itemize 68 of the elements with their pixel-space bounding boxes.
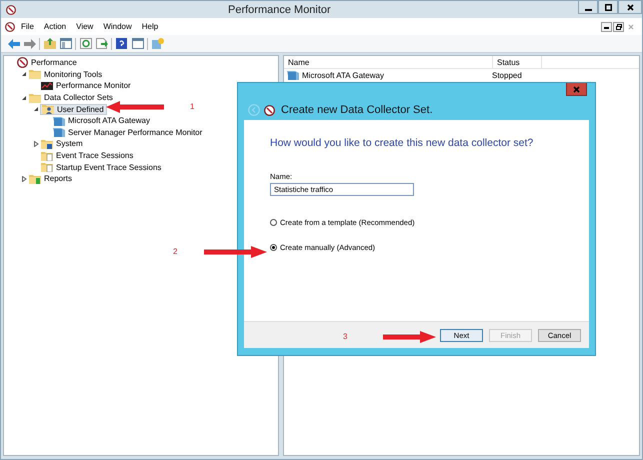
folder-icon [29, 69, 41, 80]
document-folder-icon [41, 150, 53, 161]
menu-item[interactable]: View [72, 22, 98, 31]
radio-button[interactable] [270, 244, 277, 251]
expander-icon[interactable] [21, 71, 27, 78]
help-icon[interactable] [115, 37, 128, 50]
refresh-icon[interactable] [79, 37, 92, 50]
collector-icon [53, 116, 65, 126]
tree-item[interactable]: Server Manager Performance Monitor [52, 126, 204, 138]
window-title: Performance Monitor [228, 4, 331, 16]
tree-item[interactable]: System [40, 138, 85, 150]
annotation-number: 2 [173, 247, 178, 256]
folder-icon [29, 92, 41, 103]
menu-item[interactable]: File [17, 22, 38, 31]
tree-item[interactable]: Performance Monitor [40, 80, 133, 92]
collector-icon [53, 127, 65, 138]
minimize-button[interactable] [578, 1, 598, 14]
menu-item[interactable]: Help [138, 22, 162, 31]
close-button[interactable] [618, 1, 642, 14]
back-icon[interactable] [7, 37, 20, 50]
radio-button[interactable] [270, 219, 277, 226]
column-header[interactable]: Name [284, 56, 493, 68]
window-icon[interactable] [131, 37, 144, 50]
minimize-icon [604, 24, 609, 29]
up-folder-icon[interactable] [43, 37, 56, 50]
report-folder-icon [29, 174, 41, 184]
expander-icon[interactable] [21, 94, 27, 101]
tree-item[interactable]: Data Collector Sets [28, 92, 115, 104]
tree-item[interactable]: Reports [28, 173, 74, 184]
tree-item[interactable]: Event Trace Sessions [40, 150, 136, 162]
menu-item[interactable]: Window [99, 22, 136, 31]
tree-toggle-icon[interactable] [59, 37, 72, 50]
forward-icon[interactable] [23, 37, 36, 50]
list-cell: Microsoft ATA Gateway [302, 70, 384, 80]
minimize-button[interactable] [601, 22, 612, 32]
close-icon [626, 4, 634, 10]
system-folder-icon [41, 138, 53, 149]
dialog-title: Create new Data Collector Set. [281, 104, 433, 116]
export-icon[interactable] [95, 37, 108, 50]
maximize-icon [604, 4, 612, 10]
annotation-number: 1 [190, 102, 194, 111]
close-icon [573, 86, 580, 92]
document-folder-icon [41, 162, 53, 172]
column-header[interactable]: Status [493, 56, 542, 68]
annotation-arrow [106, 101, 164, 113]
maximize-button[interactable] [598, 1, 618, 14]
list-cell: Stopped [492, 70, 522, 80]
gauge-icon [5, 22, 15, 32]
chart-monitor-icon [41, 80, 53, 91]
gauge-icon [264, 104, 275, 116]
tree-item[interactable]: User Defined [40, 104, 107, 115]
collector-icon [287, 70, 299, 80]
expander-icon[interactable] [21, 176, 27, 182]
tree-item[interactable]: Monitoring Tools [28, 68, 104, 80]
dialog-question: How would you like to create this new data collector set? [270, 137, 534, 149]
menu-item[interactable]: Action [40, 22, 70, 31]
restore-button[interactable] [613, 22, 624, 32]
annotation-arrow [383, 331, 436, 343]
restore-icon [616, 24, 622, 30]
expander-icon[interactable] [33, 140, 39, 147]
annotation-arrow [204, 246, 267, 258]
user-folder-icon [42, 104, 54, 114]
tree-item[interactable]: Microsoft ATA Gateway [52, 115, 152, 126]
tree-item[interactable]: Performance [16, 57, 79, 68]
annotation-number: 3 [343, 332, 348, 341]
close-icon [628, 24, 634, 30]
gauge-icon [6, 4, 16, 14]
tree-item[interactable]: Startup Event Trace Sessions [40, 162, 164, 173]
